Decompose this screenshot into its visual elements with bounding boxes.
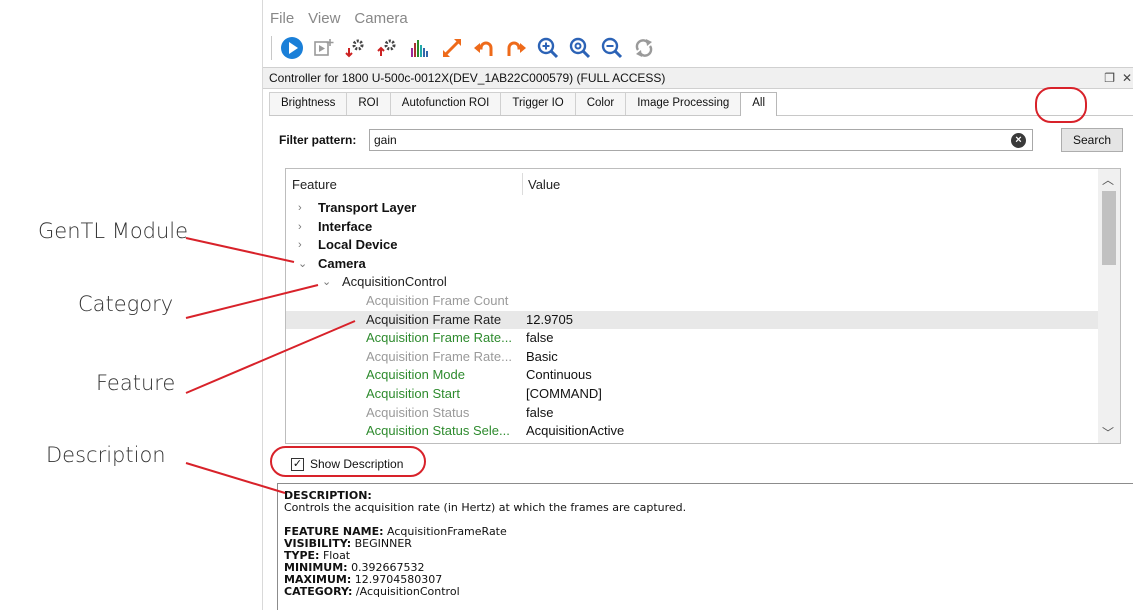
tree-row[interactable]: ⌄ Camera bbox=[286, 255, 1098, 274]
feature-name: Acquisition Frame Rate... bbox=[366, 330, 512, 346]
tree-row[interactable]: Acquisition Frame Count bbox=[286, 292, 1098, 311]
tree-row[interactable]: Acquisition Frame Rate... Basic bbox=[286, 348, 1098, 367]
feature-name: Acquisition Frame Rate... bbox=[366, 348, 512, 364]
chevron-down-icon[interactable]: ⌄ bbox=[322, 273, 331, 292]
feature-name: Acquisition Status bbox=[366, 404, 470, 420]
description-field: VISIBILITY: BEGINNER bbox=[284, 538, 1128, 550]
description-field-value: BEGINNER bbox=[354, 537, 412, 550]
rotate-right-icon[interactable] bbox=[502, 34, 530, 62]
description-field-value: /AcquisitionControl bbox=[355, 585, 460, 598]
rotate-left-icon[interactable] bbox=[470, 34, 498, 62]
tab-trigger-io[interactable]: Trigger IO bbox=[500, 92, 576, 115]
scroll-thumb[interactable] bbox=[1102, 191, 1116, 265]
tree-row[interactable]: Acquisition Start [COMMAND] bbox=[286, 385, 1098, 404]
tree-scrollbar[interactable]: ︿ ﹀ bbox=[1098, 169, 1120, 443]
filter-pattern-label: Filter pattern: bbox=[279, 133, 357, 147]
zoom-reset-icon[interactable] bbox=[566, 34, 594, 62]
restore-window-icon[interactable]: ❐ bbox=[1103, 68, 1117, 88]
description-field-key: CATEGORY: bbox=[284, 585, 353, 598]
menu-bar: File View Camera bbox=[269, 8, 409, 32]
controller-title-bar: Controller for 1800 U-500c-0012X(DEV_1AB… bbox=[263, 67, 1133, 89]
tree-row[interactable]: › Interface bbox=[286, 218, 1098, 237]
tab-color[interactable]: Color bbox=[574, 92, 627, 115]
feature-value[interactable]: 12.9705 bbox=[526, 311, 573, 330]
feature-value[interactable]: Continuous bbox=[526, 366, 592, 385]
feature-value[interactable]: [COMMAND] bbox=[526, 385, 602, 404]
scroll-up-icon[interactable]: ︿ bbox=[1102, 171, 1114, 188]
tab-image-processing[interactable]: Image Processing bbox=[625, 92, 742, 115]
chevron-right-icon[interactable]: › bbox=[298, 199, 302, 218]
feature-name: Acquisition Start bbox=[366, 385, 460, 401]
feature-value[interactable]: false bbox=[526, 404, 553, 423]
chevron-right-icon[interactable]: › bbox=[298, 236, 302, 255]
refresh-icon[interactable] bbox=[630, 34, 658, 62]
feature-name: Acquisition Frame Count bbox=[366, 292, 509, 308]
clear-filter-icon[interactable]: × bbox=[1011, 133, 1026, 148]
window-controls: ❐ ✕ bbox=[1103, 68, 1133, 88]
chevron-down-icon[interactable]: ⌄ bbox=[298, 255, 307, 274]
toolbar-separator bbox=[271, 36, 272, 60]
menu-file[interactable]: File bbox=[269, 8, 295, 32]
feature-name: AcquisitionControl bbox=[342, 274, 447, 290]
feature-name: Acquisition Frame Rate bbox=[366, 311, 502, 327]
feature-name: Camera bbox=[318, 255, 366, 271]
filter-row: Filter pattern: × Search bbox=[279, 128, 1128, 152]
feature-name: Transport Layer bbox=[318, 200, 417, 215]
description-text: Controls the acquisition rate (in Hertz)… bbox=[284, 501, 687, 514]
menu-view[interactable]: View bbox=[307, 8, 341, 32]
annotation-description: Description bbox=[46, 443, 166, 467]
column-header-feature[interactable]: Feature bbox=[292, 177, 337, 192]
search-button[interactable]: Search bbox=[1061, 128, 1123, 152]
tab-roi[interactable]: ROI bbox=[346, 92, 391, 115]
feature-value[interactable]: AcquisitionActive bbox=[526, 422, 624, 441]
scroll-down-icon[interactable]: ﹀ bbox=[1102, 424, 1114, 441]
annotation-genTL-module: GenTL Module bbox=[38, 219, 189, 243]
tab-bar: Brightness ROI Autofunction ROI Trigger … bbox=[269, 92, 1133, 116]
feature-tree-panel[interactable]: Feature Value › Transport Layer › Interface… bbox=[285, 168, 1121, 444]
description-field: CATEGORY: /AcquisitionControl bbox=[284, 586, 1128, 598]
tree-row[interactable]: › Local Device bbox=[286, 236, 1098, 255]
feature-name: Local Device bbox=[318, 237, 398, 253]
zoom-in-icon[interactable] bbox=[534, 34, 562, 62]
annotation-category: Category bbox=[78, 292, 174, 316]
filter-pattern-input[interactable] bbox=[369, 129, 1033, 151]
feature-name: Acquisition Mode bbox=[366, 367, 465, 383]
tree-row[interactable]: Acquisition Mode Continuous bbox=[286, 366, 1098, 385]
settings-import-icon[interactable] bbox=[342, 34, 370, 62]
fullscreen-icon[interactable] bbox=[438, 34, 466, 62]
tree-row[interactable]: Acquisition Frame Rate... false bbox=[286, 329, 1098, 348]
tree-row[interactable]: ⌄ AcquisitionControl bbox=[286, 273, 1098, 292]
tree-row[interactable]: Acquisition Frame Rate 12.9705 bbox=[286, 310, 1098, 330]
tree-rows: › Transport Layer › Interface › Local Device ⌄… bbox=[286, 199, 1098, 441]
description-fields: FEATURE NAME: AcquisitionFrameRate VISIBI… bbox=[284, 526, 1128, 598]
settings-export-icon[interactable] bbox=[374, 34, 402, 62]
feature-value[interactable]: false bbox=[526, 329, 553, 348]
tree-header: Feature Value bbox=[286, 169, 1096, 195]
histogram-icon[interactable] bbox=[406, 34, 434, 62]
menu-camera[interactable]: Camera bbox=[353, 8, 408, 32]
app-window: File View Camera Controller for 1800 U-5… bbox=[262, 0, 1133, 610]
chevron-right-icon[interactable]: › bbox=[298, 218, 302, 237]
add-media-icon[interactable] bbox=[310, 34, 338, 62]
description-area: DESCRIPTION: Controls the acquisition ra… bbox=[277, 483, 1133, 610]
tab-brightness[interactable]: Brightness bbox=[269, 92, 348, 115]
column-divider[interactable] bbox=[522, 173, 523, 195]
feature-name: Acquisition Status Sele... bbox=[366, 423, 510, 439]
feature-name: Interface bbox=[318, 218, 373, 234]
column-header-value[interactable]: Value bbox=[528, 177, 560, 192]
play-icon[interactable] bbox=[278, 34, 306, 62]
toolbar bbox=[269, 32, 658, 64]
tab-autofunction-roi[interactable]: Autofunction ROI bbox=[389, 92, 502, 115]
tab-all[interactable]: All bbox=[740, 92, 778, 116]
feature-value[interactable]: Basic bbox=[526, 348, 558, 367]
all-tab-highlight bbox=[1035, 87, 1087, 123]
tree-row[interactable]: › Transport Layer bbox=[286, 199, 1098, 218]
controller-title: Controller for 1800 U-500c-0012X(DEV_1AB… bbox=[269, 71, 666, 85]
show-description-highlight bbox=[270, 446, 426, 477]
zoom-out-icon[interactable] bbox=[598, 34, 626, 62]
annotation-feature: Feature bbox=[96, 371, 176, 395]
close-window-icon[interactable]: ✕ bbox=[1120, 68, 1133, 88]
tree-row[interactable]: Acquisition Status Sele... AcquisitionAct… bbox=[286, 422, 1098, 441]
tree-row[interactable]: Acquisition Status false bbox=[286, 404, 1098, 423]
